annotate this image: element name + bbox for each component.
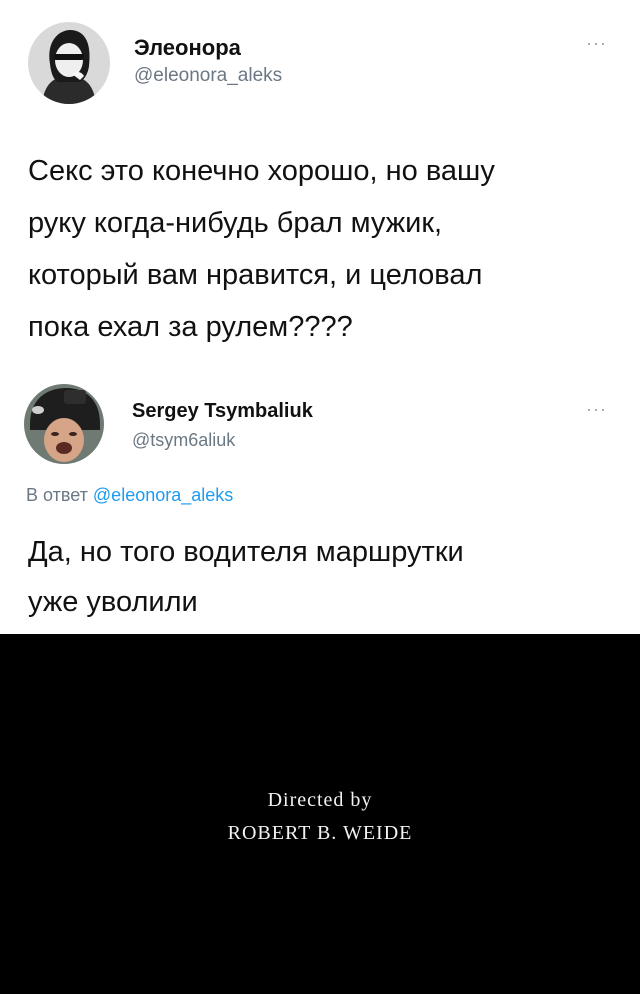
author-name[interactable]: Sergey Tsymbaliuk <box>132 400 313 423</box>
more-dots-icon[interactable]: ··· <box>586 34 607 52</box>
credits-directed-by: Directed by <box>267 789 373 811</box>
reply-prefix: В ответ <box>26 485 88 505</box>
author-avatar[interactable] <box>28 22 110 104</box>
credits-frame: Directed by ROBERT B. WEIDE <box>0 634 640 994</box>
author-handle[interactable]: @tsym6aliuk <box>132 430 235 451</box>
tweet-text: Да, но того водителя маршрутки уже уволи… <box>28 536 464 618</box>
author-name[interactable]: Элеонора <box>134 35 241 61</box>
author-handle[interactable]: @eleonora_aleks <box>134 65 282 87</box>
reply-mention-link[interactable]: @eleonora_aleks <box>93 485 233 505</box>
tweet-reply: Sergey Tsymbaliuk @tsym6aliuk ··· В отве… <box>0 370 640 634</box>
reply-context: В ответ @eleonora_aleks <box>26 485 233 506</box>
tweet-original: Элеонора @eleonora_aleks ··· Секс это ко… <box>0 0 640 370</box>
avatar-person-helmet-icon <box>24 384 104 464</box>
avatar-woman-sunglasses-icon <box>28 22 110 104</box>
more-dots-icon[interactable]: ··· <box>586 400 607 418</box>
credits-director-name: ROBERT B. WEIDE <box>227 822 413 844</box>
author-avatar[interactable] <box>24 384 104 464</box>
tweet-text: Секс это конечно хорошо, но вашу руку ко… <box>28 155 495 343</box>
